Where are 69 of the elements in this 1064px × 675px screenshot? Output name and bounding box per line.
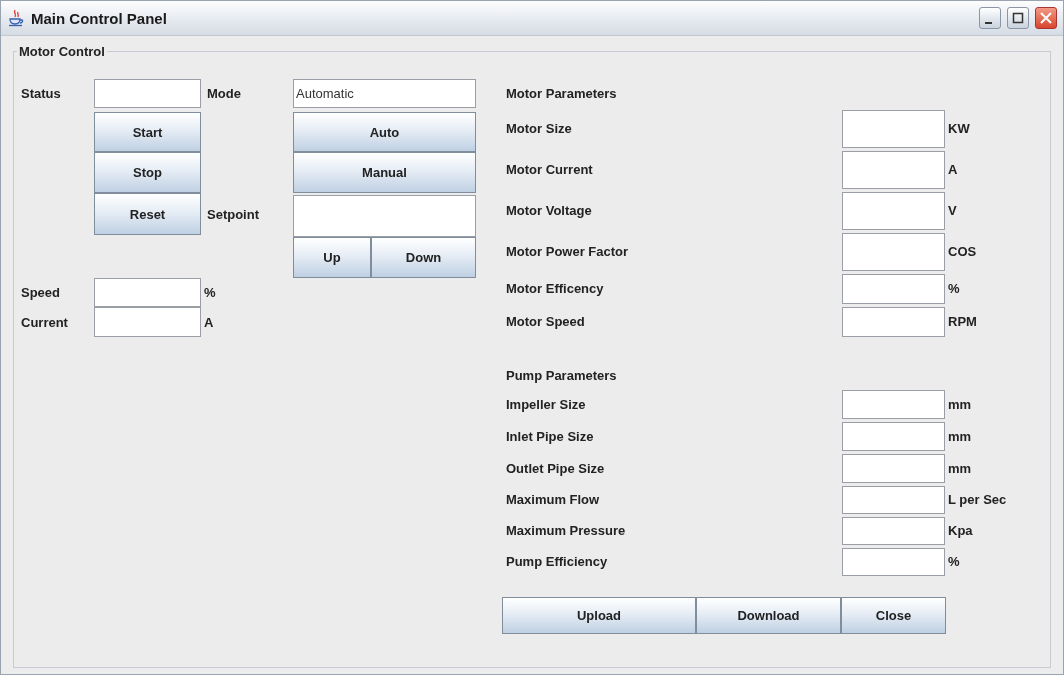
action-button[interactable]: Upload bbox=[502, 597, 696, 634]
parameter-field[interactable] bbox=[842, 516, 945, 545]
unit-label: RPM bbox=[947, 314, 978, 329]
window-title: Main Control Panel bbox=[31, 9, 168, 27]
close-icon bbox=[1040, 12, 1052, 24]
mode-button[interactable]: Manual bbox=[293, 152, 476, 193]
parameter-label: Maximum Pressure bbox=[506, 523, 627, 538]
mode-button[interactable]: Auto bbox=[293, 112, 476, 152]
field-label: Setpoint bbox=[206, 206, 260, 222]
unit-label: % bbox=[947, 281, 961, 296]
parameter-field[interactable] bbox=[842, 306, 945, 337]
group-title: Motor Control bbox=[18, 44, 106, 59]
parameter-field[interactable] bbox=[842, 421, 945, 451]
parameter-field[interactable] bbox=[842, 273, 945, 304]
step-button[interactable]: Up bbox=[293, 237, 371, 278]
minimize-button[interactable] bbox=[979, 7, 1001, 29]
reading-field[interactable] bbox=[94, 307, 201, 337]
parameter-field[interactable] bbox=[842, 547, 945, 576]
field-label: Status bbox=[21, 86, 62, 101]
step-button[interactable]: Down bbox=[371, 237, 476, 278]
action-button[interactable]: Download bbox=[696, 597, 841, 634]
minimize-icon bbox=[984, 22, 992, 24]
section-heading: Motor Parameters bbox=[506, 86, 618, 101]
unit-label: A bbox=[947, 162, 959, 177]
unit-label: mm bbox=[947, 396, 973, 412]
parameter-field[interactable] bbox=[842, 150, 945, 189]
control-button[interactable]: Stop bbox=[94, 152, 201, 193]
parameter-field[interactable] bbox=[842, 389, 945, 419]
parameter-label: Motor Voltage bbox=[506, 203, 593, 218]
status-field[interactable] bbox=[94, 79, 201, 108]
parameter-label: Motor Efficency bbox=[506, 281, 605, 296]
maximize-button[interactable] bbox=[1007, 7, 1029, 29]
parameter-field[interactable] bbox=[842, 191, 945, 230]
parameter-label: Inlet Pipe Size bbox=[506, 428, 595, 444]
section-heading: Pump Parameters bbox=[506, 367, 618, 383]
control-button[interactable]: Reset bbox=[94, 193, 201, 235]
field-label: Mode bbox=[206, 86, 242, 101]
parameter-field[interactable] bbox=[842, 453, 945, 483]
parameter-label: Motor Power Factor bbox=[506, 244, 630, 259]
unit-label: KW bbox=[947, 121, 971, 136]
field-label: Speed bbox=[21, 285, 61, 300]
field-label: Current bbox=[21, 314, 69, 330]
unit-label: V bbox=[947, 203, 958, 218]
unit-label: Kpa bbox=[947, 523, 974, 538]
close-button[interactable] bbox=[1035, 7, 1057, 29]
parameter-field[interactable] bbox=[842, 232, 945, 271]
setpoint-field[interactable] bbox=[293, 195, 476, 237]
parameter-label: Maximum Flow bbox=[506, 492, 601, 507]
parameter-field[interactable] bbox=[842, 485, 945, 514]
action-button[interactable]: Close bbox=[841, 597, 946, 634]
reading-field[interactable] bbox=[94, 278, 201, 307]
unit-label: L per Sec bbox=[947, 492, 1008, 507]
unit-label: mm bbox=[947, 428, 973, 444]
coffee-cup-icon bbox=[7, 9, 25, 27]
parameter-field[interactable] bbox=[842, 109, 945, 148]
control-button[interactable]: Start bbox=[94, 112, 201, 152]
parameter-label: Impeller Size bbox=[506, 396, 587, 412]
unit-label: % bbox=[203, 285, 217, 300]
parameter-label: Motor Size bbox=[506, 121, 573, 136]
parameter-label: Outlet Pipe Size bbox=[506, 460, 606, 476]
parameter-label: Pump Efficiency bbox=[506, 554, 609, 569]
mode-field[interactable]: Automatic bbox=[293, 79, 476, 108]
unit-label: A bbox=[203, 314, 215, 330]
maximize-icon bbox=[1012, 12, 1024, 24]
parameter-label: Motor Speed bbox=[506, 314, 586, 329]
unit-label: mm bbox=[947, 460, 973, 476]
unit-label: % bbox=[947, 554, 961, 569]
parameter-label: Motor Current bbox=[506, 162, 594, 177]
unit-label: COS bbox=[947, 244, 978, 259]
